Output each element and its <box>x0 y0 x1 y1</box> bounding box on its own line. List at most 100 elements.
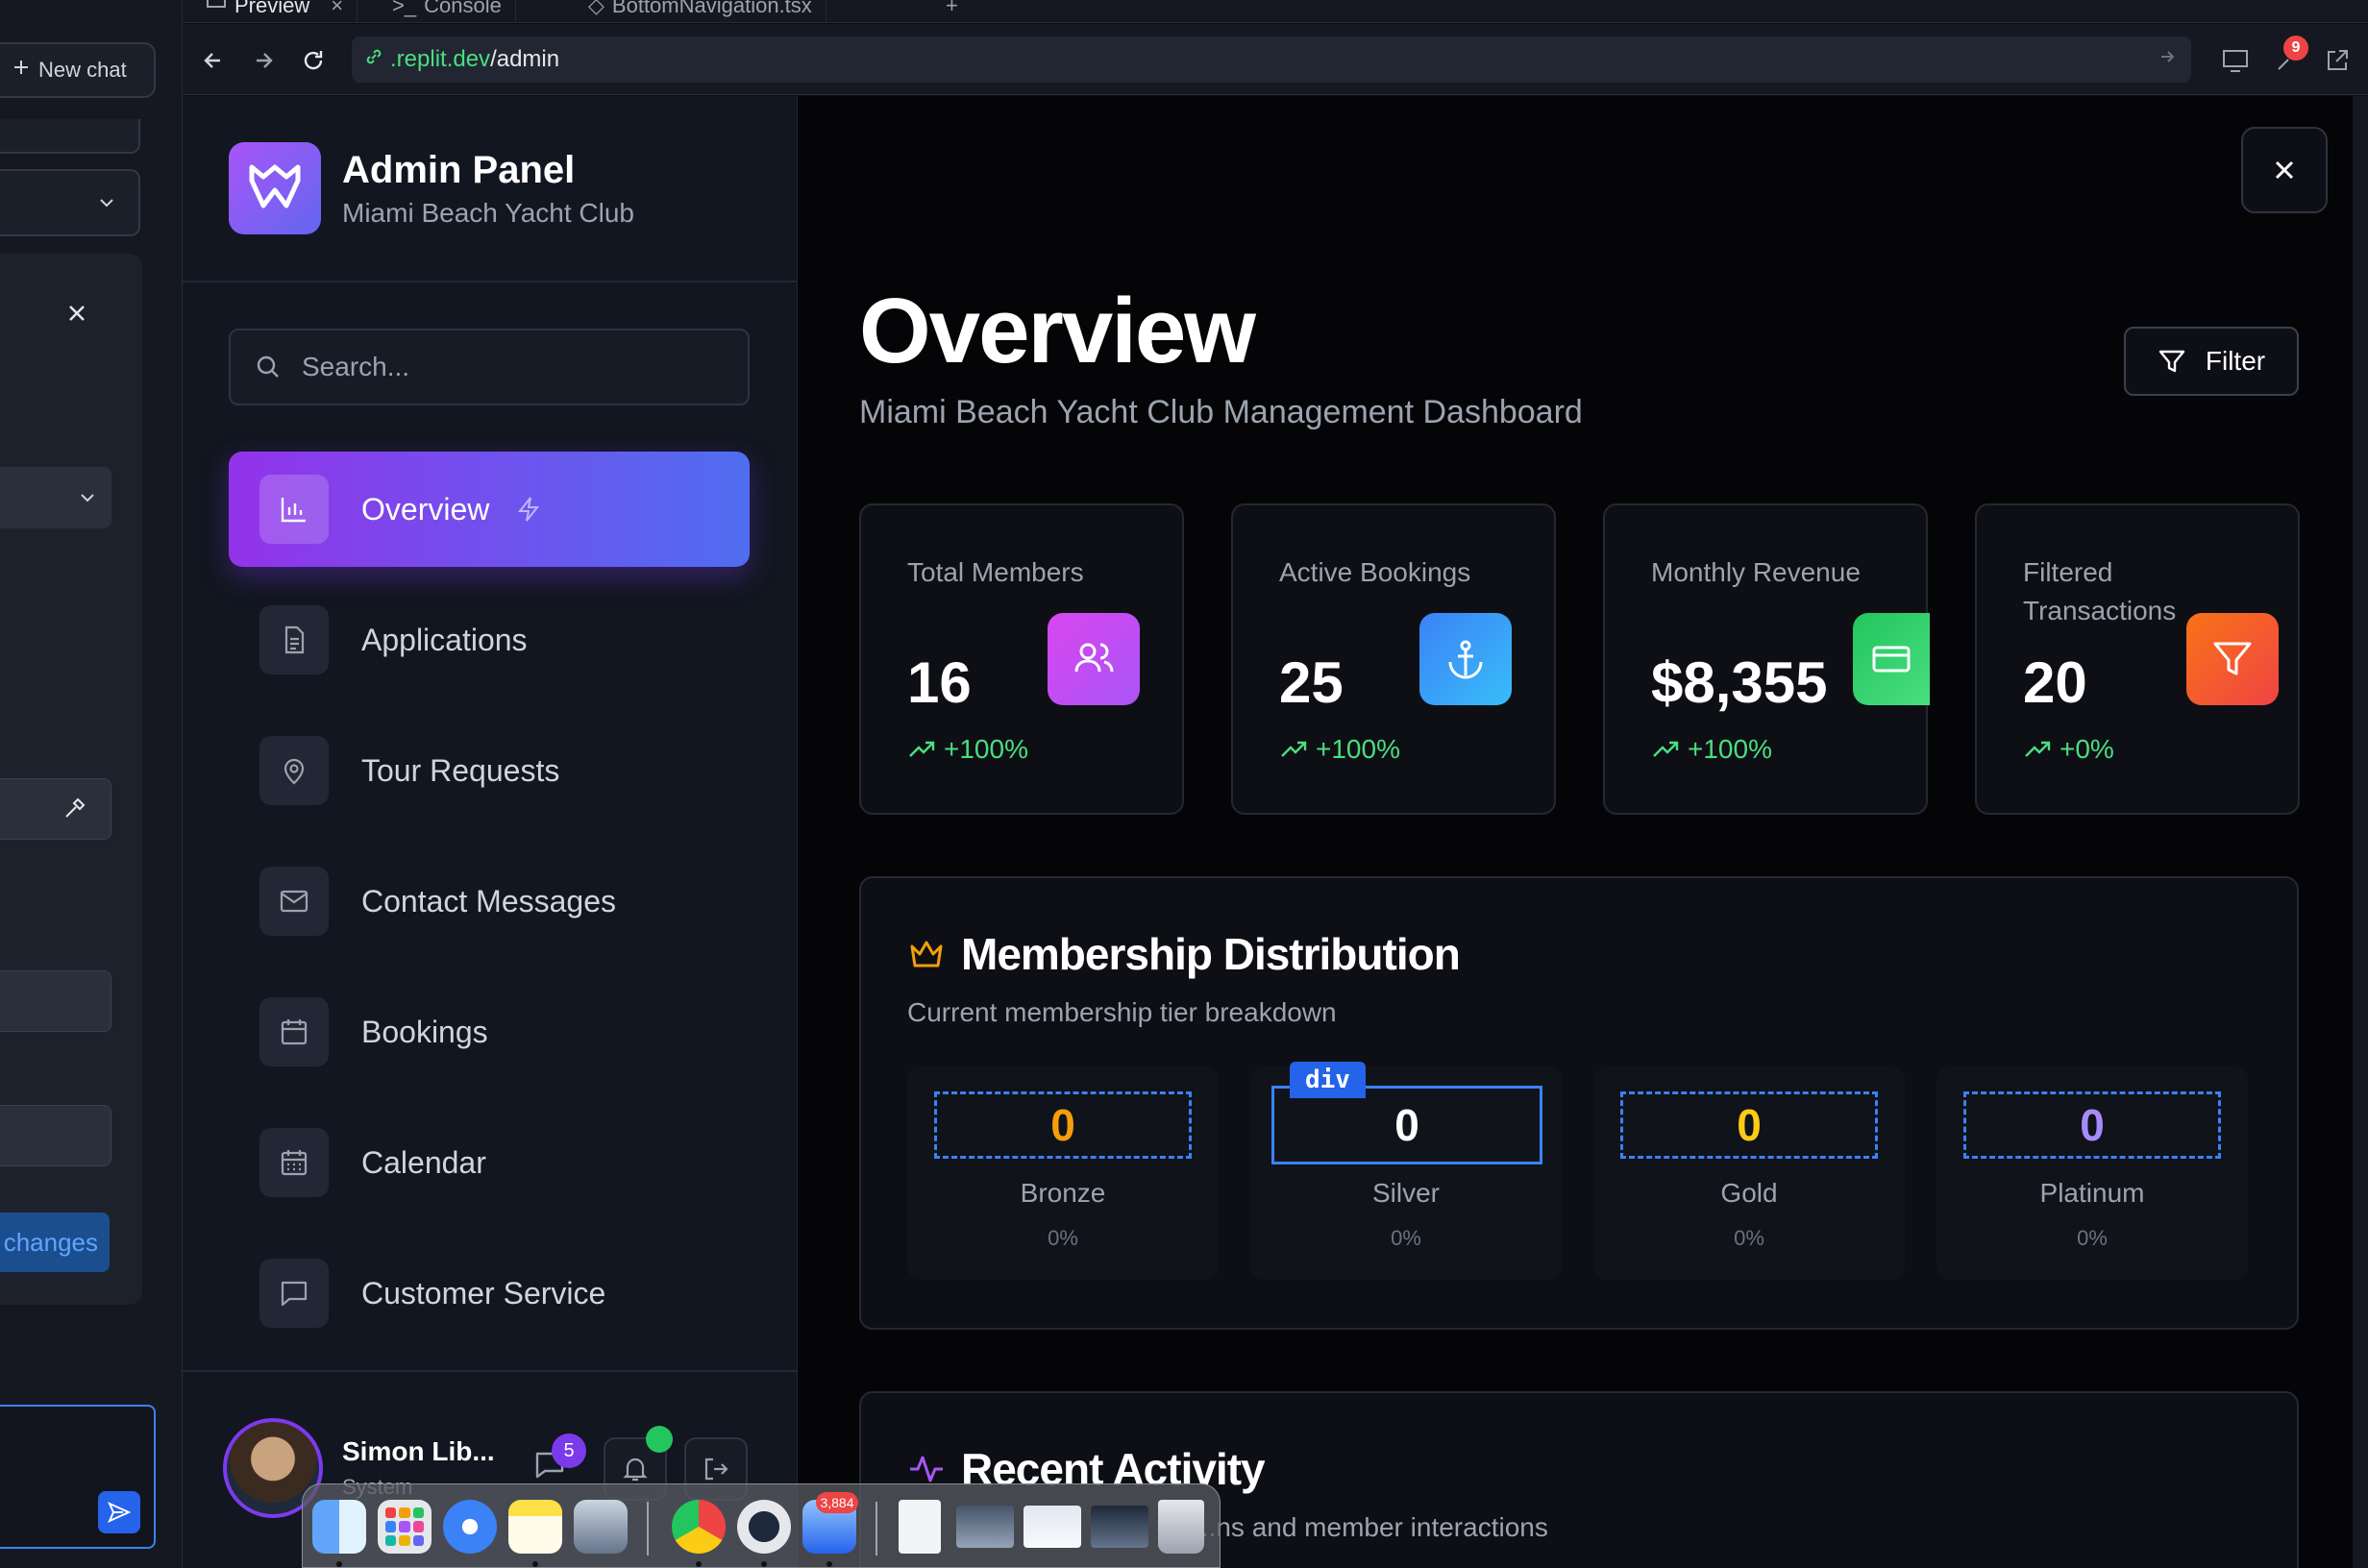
crown-icon <box>910 941 943 968</box>
trending-up-icon <box>1653 741 1679 757</box>
tab-console[interactable]: >_ Console <box>379 0 516 23</box>
sidebar-item-label: Applications <box>361 622 528 657</box>
sidebar-item-bookings[interactable]: Bookings <box>229 974 750 1090</box>
tab-file[interactable]: ◇ BottomNavigation.tsx <box>575 0 826 23</box>
message-square-icon <box>259 1259 329 1328</box>
forward-button[interactable] <box>246 43 281 78</box>
trending-up-icon <box>909 741 935 757</box>
new-tab-button[interactable]: + <box>932 0 972 23</box>
back-button[interactable] <box>196 43 231 78</box>
devtools-button[interactable]: 9 <box>2270 36 2308 78</box>
sidebar-item-label: Calendar <box>361 1144 486 1180</box>
stat-trend-value: +100% <box>944 734 1028 764</box>
admin-sidebar: Admin Panel Miami Beach Yacht Club Overv… <box>183 96 798 1568</box>
tier-count: 0 <box>1620 1091 1878 1159</box>
tier-percent: 0% <box>1734 1226 1764 1250</box>
credit-card-icon <box>1853 613 1930 705</box>
settings-field[interactable] <box>0 970 111 1032</box>
tab-label: Console <box>424 0 502 17</box>
logout-icon <box>704 1458 728 1481</box>
stat-card-total-members: Total Members 16 +100% <box>859 503 1184 815</box>
monitor-icon <box>2223 50 2248 72</box>
tab-label: BottomNavigation.tsx <box>611 0 812 17</box>
chrome-icon[interactable] <box>672 1500 726 1554</box>
sidebar-item-label: Tour Requests <box>361 752 560 788</box>
address-bar[interactable]: .replit.dev /admin <box>352 37 2191 83</box>
tab-preview[interactable]: Preview × <box>192 0 358 23</box>
map-pin-icon <box>259 736 329 805</box>
finder-icon[interactable] <box>312 1500 366 1554</box>
stat-value: 25 <box>1279 650 1344 715</box>
inspector-tag: div <box>1290 1062 1366 1098</box>
sidebar-item-label: Overview <box>361 491 490 527</box>
sidebar-item-tour-requests[interactable]: Tour Requests <box>229 713 750 828</box>
mail-icon <box>259 867 329 936</box>
filter-button[interactable]: Filter <box>2124 327 2299 396</box>
brand: Admin Panel Miami Beach Yacht Club <box>229 142 634 234</box>
notes-icon[interactable] <box>508 1500 562 1554</box>
panel-title: Membership Distribution <box>907 928 1461 980</box>
send-button[interactable] <box>98 1491 140 1533</box>
preview-icon[interactable] <box>574 1500 628 1554</box>
dock: 3,884 <box>302 1483 1221 1568</box>
sidebar-item-contact-messages[interactable]: Contact Messages <box>229 844 750 959</box>
trending-up-icon <box>2025 741 2051 757</box>
main-content: Overview Miami Beach Yacht Club Manageme… <box>798 96 2353 1568</box>
file-icon: ◇ <box>588 0 604 17</box>
close-button[interactable] <box>2241 127 2328 213</box>
brand-subtitle: Miami Beach Yacht Club <box>342 197 634 228</box>
safari-icon[interactable] <box>443 1500 497 1554</box>
screenshot-thumbnail[interactable] <box>1091 1506 1148 1548</box>
open-external-button[interactable] <box>2320 43 2355 78</box>
scrollbar[interactable] <box>2353 96 2368 1568</box>
zap-icon <box>518 497 540 522</box>
tier-card-bronze: 0 Bronze 0% <box>907 1066 1219 1280</box>
screenshot-thumbnail[interactable] <box>956 1506 1014 1548</box>
activity-icon <box>910 1456 943 1482</box>
reload-button[interactable] <box>296 43 331 78</box>
settings-field[interactable] <box>0 1105 111 1166</box>
workspace-field[interactable] <box>0 119 140 154</box>
device-preview-button[interactable] <box>2218 43 2253 78</box>
sidebar-item-applications[interactable]: Applications <box>229 582 750 698</box>
dock-separator <box>647 1502 649 1556</box>
new-chat-button[interactable]: New chat <box>0 42 156 98</box>
running-indicator <box>532 1561 538 1567</box>
sidebar-item-customer-service[interactable]: Customer Service <box>229 1236 750 1351</box>
stat-trend-value: +0% <box>2060 734 2114 764</box>
tier-card-silver: div 0 Silver 0% <box>1250 1062 1562 1280</box>
anchor-icon <box>1419 613 1512 705</box>
page-title: Overview <box>859 280 1256 382</box>
bell-icon <box>623 1458 648 1482</box>
save-changes-button[interactable]: changes <box>0 1213 110 1272</box>
notification-badge: 9 <box>2283 36 2308 61</box>
tier-count: 0 <box>1963 1091 2221 1159</box>
tier-card-gold: 0 Gold 0% <box>1593 1066 1905 1280</box>
filter-icon <box>2186 613 2279 705</box>
trending-up-icon <box>1281 741 1307 757</box>
picker-button[interactable] <box>0 778 111 840</box>
workspace-dropdown[interactable] <box>0 169 140 236</box>
stat-card-filtered-transactions: Filtered Transactions 20 +0% <box>1975 503 2300 815</box>
quicktime-icon[interactable] <box>737 1500 791 1554</box>
screenshot-thumbnail[interactable] <box>1024 1506 1081 1548</box>
trash-icon[interactable] <box>1158 1500 1204 1554</box>
close-icon[interactable]: × <box>331 0 343 18</box>
document-icon[interactable] <box>899 1500 941 1554</box>
launchpad-icon[interactable] <box>378 1500 432 1554</box>
url-path: /admin <box>490 46 560 72</box>
search-input[interactable] <box>302 352 705 382</box>
search-box[interactable] <box>229 329 750 405</box>
go-arrow-icon[interactable] <box>2157 46 2178 74</box>
stat-trend: +0% <box>2023 734 2114 765</box>
stat-trend-value: +100% <box>1688 734 1772 764</box>
sidebar-item-overview[interactable]: Overview <box>229 452 750 567</box>
tier-name: Gold <box>1720 1178 1778 1208</box>
sidebar-item-calendar[interactable]: Calendar <box>229 1105 750 1220</box>
new-chat-label: New chat <box>38 58 127 82</box>
tier-percent: 0% <box>2077 1226 2108 1250</box>
settings-dropdown[interactable] <box>0 467 111 528</box>
close-icon[interactable] <box>65 302 88 330</box>
tier-name: Silver <box>1371 1178 1440 1208</box>
screen: New chat changes Preview × >_ Console ◇ … <box>0 0 2368 1568</box>
